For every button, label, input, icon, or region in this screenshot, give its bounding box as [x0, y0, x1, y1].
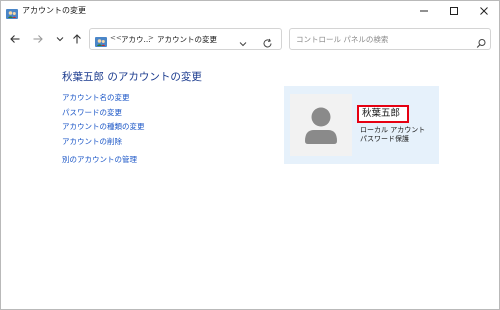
address-dropdown-button[interactable] [238, 34, 248, 47]
forward-button[interactable] [30, 31, 46, 47]
arrow-right-icon [33, 35, 43, 43]
chevron-down-icon [56, 37, 64, 42]
close-button[interactable] [469, 1, 499, 21]
breadcrumb-overflow[interactable]: << [110, 34, 122, 42]
up-button[interactable] [69, 31, 85, 47]
window-title: アカウントの変更 [22, 6, 86, 15]
navigation-bar: << アカウ... > アカウントの変更 コントロール パネルの検索 [1, 27, 499, 51]
minimize-icon [420, 10, 428, 12]
account-info-panel: 秋葉五郎 ローカル アカウント パスワード保護 [284, 86, 439, 164]
change-password-link[interactable]: パスワードの変更 [62, 107, 122, 118]
breadcrumb-change-account[interactable]: アカウントの変更 [157, 34, 217, 45]
breadcrumb-user-accounts[interactable]: アカウ... [121, 34, 151, 45]
user-accounts-icon [95, 33, 107, 47]
page-title: 秋葉五郎 のアカウントの変更 [62, 71, 202, 83]
arrow-up-icon [73, 34, 81, 44]
back-button[interactable] [7, 31, 23, 47]
refresh-button[interactable] [262, 34, 273, 48]
search-icon[interactable] [476, 34, 487, 48]
refresh-icon [263, 38, 272, 48]
search-input[interactable]: コントロール パネルの検索 [296, 34, 388, 45]
search-box[interactable]: コントロール パネルの検索 [289, 28, 491, 50]
manage-another-account-link[interactable]: 別のアカウントの管理 [62, 154, 137, 165]
user-avatar-icon [305, 107, 337, 144]
minimize-button[interactable] [409, 1, 439, 21]
delete-account-link[interactable]: アカウントの削除 [62, 136, 122, 147]
breadcrumb-separator[interactable]: > [148, 34, 154, 42]
chevron-down-icon [239, 42, 247, 47]
maximize-button[interactable] [439, 1, 469, 21]
close-icon [480, 7, 488, 15]
recent-locations-button[interactable] [52, 31, 68, 47]
password-status: パスワード保護 [360, 135, 409, 143]
change-account-type-link[interactable]: アカウントの種類の変更 [62, 121, 145, 132]
account-change-window: アカウントの変更 << アカウ... > アカウントの変更 コントロール パネル… [0, 0, 500, 310]
arrow-left-icon [10, 35, 20, 43]
account-name: 秋葉五郎 [357, 105, 409, 123]
change-account-name-link[interactable]: アカウント名の変更 [62, 92, 130, 103]
title-bar: アカウントの変更 [1, 1, 499, 21]
address-bar[interactable]: << アカウ... > アカウントの変更 [89, 28, 282, 50]
maximize-icon [450, 7, 458, 15]
avatar [290, 94, 352, 156]
user-accounts-app-icon [6, 5, 18, 19]
